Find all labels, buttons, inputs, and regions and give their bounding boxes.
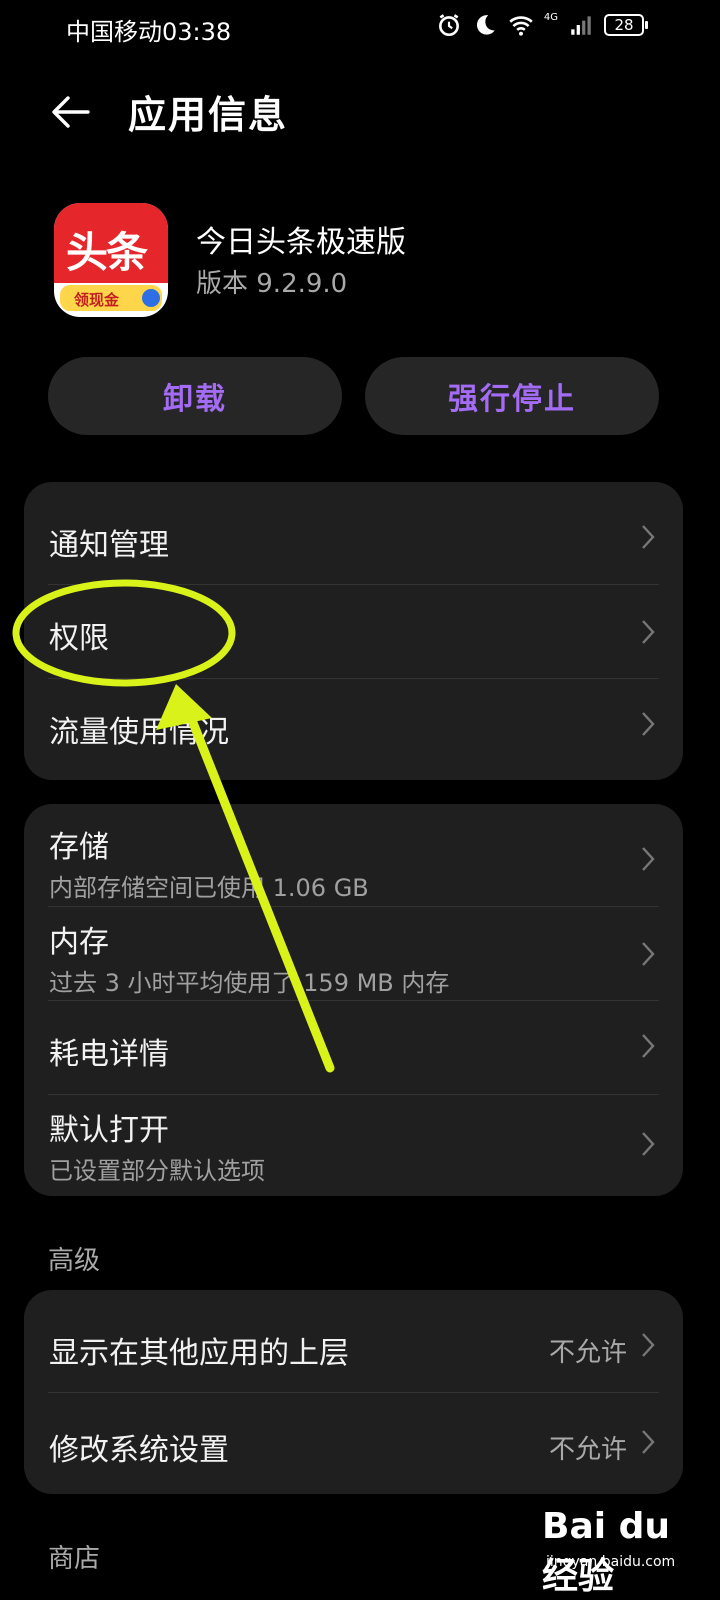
status-bar: 中国移动03:38 4G 28 <box>0 0 720 56</box>
app-icon-ribbon-text: 领现金 <box>74 291 120 309</box>
memory-item[interactable]: 内存 过去 3 小时平均使用了 159 MB 内存 <box>24 907 683 1000</box>
battery-icon: 28 <box>604 14 648 36</box>
alarm-icon <box>438 14 459 37</box>
chevron-right-icon <box>642 847 655 871</box>
watermark-logo: Bai du 经验 <box>542 1506 671 1597</box>
back-arrow-icon[interactable] <box>44 84 100 140</box>
network-type-label: 4G <box>543 11 558 23</box>
chevron-right-icon <box>642 1430 655 1454</box>
data-usage-item[interactable]: 流量使用情况 <box>24 679 683 779</box>
modify-system-settings-item[interactable]: 修改系统设置 不允许 <box>24 1393 683 1494</box>
advanced-card: 显示在其他应用的上层 不允许 修改系统设置 不允许 <box>24 1290 683 1494</box>
display-over-other-apps-value: 不允许 <box>548 1338 627 1368</box>
signal-icon <box>571 16 591 35</box>
memory-summary: 过去 3 小时平均使用了 159 MB 内存 <box>49 969 450 997</box>
permissions-item[interactable]: 权限 <box>24 585 683 679</box>
modify-system-settings-label: 修改系统设置 <box>49 1433 229 1468</box>
wifi-icon <box>509 16 533 36</box>
battery-details-label: 耗电详情 <box>49 1037 169 1072</box>
notification-management-label: 通知管理 <box>49 528 169 563</box>
notification-management-item[interactable]: 通知管理 <box>24 482 683 584</box>
bolt-icon <box>142 289 160 307</box>
battery-details-item[interactable]: 耗电详情 <box>24 1001 683 1094</box>
store-section-label: 商店 <box>48 1544 101 1574</box>
open-by-default-summary: 已设置部分默认选项 <box>49 1157 265 1185</box>
force-stop-button[interactable]: 强行停止 <box>365 357 659 435</box>
app-version: 版本 9.2.9.0 <box>196 269 348 299</box>
storage-summary: 内部存储空间已使用 1.06 GB <box>49 874 369 902</box>
permissions-label: 权限 <box>49 621 109 656</box>
display-over-other-apps-item[interactable]: 显示在其他应用的上层 不允许 <box>24 1290 683 1392</box>
moon-icon <box>476 15 495 35</box>
app-icon-logo-text: 头条 <box>66 228 148 277</box>
app-info-section: 头条 领现金 今日头条极速版 版本 9.2.9.0 <box>0 195 720 325</box>
status-icons: 4G 28 <box>436 11 648 38</box>
carrier-time: 中国移动03:38 <box>66 18 232 46</box>
app-icon: 头条 领现金 <box>54 203 168 317</box>
open-by-default-label: 默认打开 <box>49 1113 169 1148</box>
page-title: 应用信息 <box>128 93 289 137</box>
chevron-right-icon <box>642 1132 655 1156</box>
storage-label: 存储 <box>49 830 109 865</box>
advanced-section-label: 高级 <box>48 1246 101 1276</box>
data-usage-label: 流量使用情况 <box>49 715 229 750</box>
memory-label: 内存 <box>49 925 109 960</box>
uninstall-button[interactable]: 卸载 <box>48 357 342 435</box>
open-by-default-item[interactable]: 默认打开 已设置部分默认选项 <box>24 1095 683 1196</box>
settings-card-2: 存储 内部存储空间已使用 1.06 GB 内存 过去 3 小时平均使用了 159… <box>24 804 683 1196</box>
settings-card-1: 通知管理 权限 流量使用情况 <box>24 482 683 780</box>
chevron-right-icon <box>642 525 655 549</box>
display-over-other-apps-label: 显示在其他应用的上层 <box>49 1336 349 1371</box>
baidu-jingyan-watermark: Bai du 经验 jingyan.baidu.com <box>542 1496 682 1597</box>
chevron-right-icon <box>642 942 655 966</box>
modify-system-settings-value: 不允许 <box>548 1435 627 1465</box>
app-bar: 应用信息 <box>0 70 720 150</box>
chevron-right-icon <box>642 1034 655 1058</box>
storage-item[interactable]: 存储 内部存储空间已使用 1.06 GB <box>24 804 683 906</box>
chevron-right-icon <box>642 1333 655 1357</box>
chevron-right-icon <box>642 620 655 644</box>
app-name: 今日头条极速版 <box>196 225 406 260</box>
watermark-url: jingyan.baidu.com <box>546 1554 676 1570</box>
chevron-right-icon <box>642 712 655 736</box>
